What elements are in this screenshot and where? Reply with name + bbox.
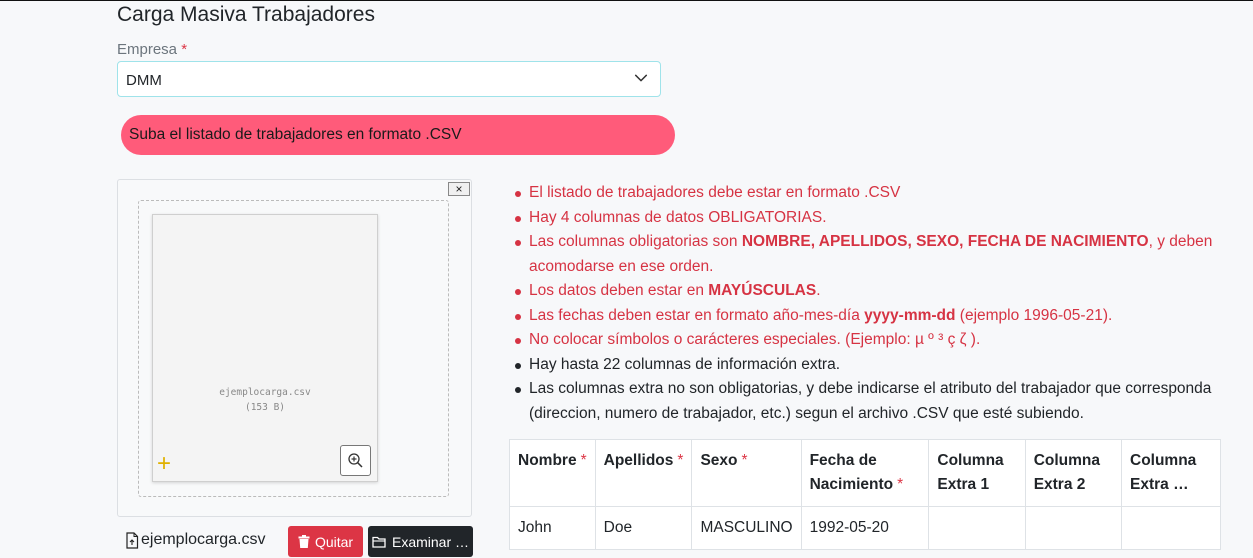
column-header-label: Columna Extra 2 — [1033, 452, 1100, 493]
table-cell: MASCULINO — [691, 506, 802, 550]
column-header-label: Apellidos — [603, 452, 674, 469]
table-cell — [928, 506, 1026, 550]
required-mark: * — [580, 452, 587, 469]
column-header-label: Nombre — [518, 452, 577, 469]
upload-alert: Suba el listado de trabajadores en forma… — [121, 115, 675, 155]
close-icon[interactable]: × — [448, 182, 470, 196]
preview-file-size: (153 B) — [244, 402, 286, 413]
selected-file-caption: ejemplocarga.csv — [125, 531, 266, 549]
required-mark: * — [181, 41, 188, 58]
emphasis-text: NOMBRE, APELLIDOS, SEXO, FECHA DE NACIMI… — [741, 233, 1149, 250]
table-cell: John — [509, 506, 596, 550]
page-title: Carga Masiva Trabajadores — [117, 3, 375, 26]
file-thumbnail — [152, 214, 378, 482]
list-item: Las columnas obligatorias son NOMBRE, AP… — [512, 230, 1237, 279]
required-mark: * — [741, 452, 748, 469]
company-select[interactable]: DMM — [117, 61, 661, 97]
table-cell — [1024, 506, 1123, 550]
list-item: Las fechas deben estar en formato año-me… — [512, 304, 1237, 329]
list-item-text: (ejemplo 1996-05-21). — [955, 306, 1113, 324]
selected-file-name: ejemplocarga.csv — [141, 531, 266, 548]
list-item-text: . — [816, 282, 821, 299]
list-item: No colocar símbolos o carácteres especia… — [512, 328, 1237, 353]
list-item: Hay 4 columnas de datos OBLIGATORIAS. — [512, 206, 1237, 231]
list-item: Los datos deben estar en MAYÚSCULAS. — [512, 279, 1237, 304]
column-header: Columna Extra 1 — [928, 439, 1026, 507]
table-body: John Doe MASCULINO 1992-05-20 — [509, 506, 1221, 550]
chevron-down-icon — [634, 74, 648, 82]
list-item: Las columnas extra no son obligatorias, … — [512, 377, 1237, 426]
column-header-label: Sexo — [700, 452, 738, 469]
list-item-text: No colocar símbolos o carácteres especia… — [529, 331, 981, 348]
column-header: Apellidos * — [594, 439, 693, 507]
zoom-icon[interactable] — [340, 445, 371, 476]
list-item-text: Los datos deben estar en — [529, 282, 709, 299]
requirements-list: El listado de trabajadores debe estar en… — [512, 181, 1237, 426]
column-header: Columna Extra 2 — [1024, 439, 1123, 507]
list-item-text: Hay hasta 22 columnas de información ext… — [529, 355, 841, 373]
browse-button[interactable]: Examinar … — [368, 526, 473, 557]
column-header: Fecha de Nacimiento * — [800, 439, 930, 507]
list-item-text: El listado de trabajadores debe estar en… — [529, 184, 901, 201]
list-item-text: Las columnas obligatorias son — [529, 233, 742, 250]
column-header: Columna Extra … — [1121, 439, 1221, 507]
list-item-text: Las fechas deben estar en formato año-me… — [529, 306, 865, 324]
emphasis-text: MAYÚSCULAS — [708, 282, 817, 299]
company-label: Empresa * — [117, 41, 187, 58]
table-row: John Doe MASCULINO 1992-05-20 — [509, 506, 1221, 550]
column-header-label: Columna Extra 1 — [937, 452, 1004, 493]
column-header-label: Fecha de Nacimiento — [809, 452, 894, 493]
table-header-row: Nombre * Apellidos * Sexo * Fecha de Nacimient… — [509, 439, 1221, 507]
required-mark: * — [677, 452, 684, 469]
list-item: Hay hasta 22 columnas de información ext… — [512, 353, 1237, 378]
browse-button-label: Examinar … — [391, 533, 470, 550]
column-header: Nombre * — [509, 439, 596, 507]
column-header: Sexo * — [691, 439, 802, 507]
company-label-text: Empresa — [117, 41, 178, 58]
emphasis-text: yyyy-mm-dd — [864, 306, 956, 324]
list-item-text: Las columnas extra no son obligatorias, … — [529, 380, 1212, 422]
preview-file-name: ejemplocarga.csv — [219, 387, 311, 398]
table-cell: Doe — [594, 506, 693, 550]
remove-button-label: Quitar — [314, 533, 354, 550]
file-icon — [126, 531, 139, 549]
list-item-text: Hay 4 columnas de datos OBLIGATORIAS. — [529, 208, 827, 226]
company-select-value: DMM — [126, 72, 162, 89]
column-header-label: Columna Extra … — [1130, 452, 1197, 493]
required-mark: * — [897, 476, 904, 493]
add-icon[interactable]: + — [157, 452, 171, 476]
table-cell: 1992-05-20 — [800, 506, 930, 550]
example-table: Nombre * Apellidos * Sexo * Fecha de Nacimient… — [509, 439, 1221, 550]
folder-icon — [372, 536, 386, 548]
list-item: El listado de trabajadores debe estar en… — [512, 181, 1237, 206]
trash-icon — [298, 535, 310, 548]
remove-button[interactable]: Quitar — [288, 526, 363, 557]
table-cell — [1121, 506, 1221, 550]
